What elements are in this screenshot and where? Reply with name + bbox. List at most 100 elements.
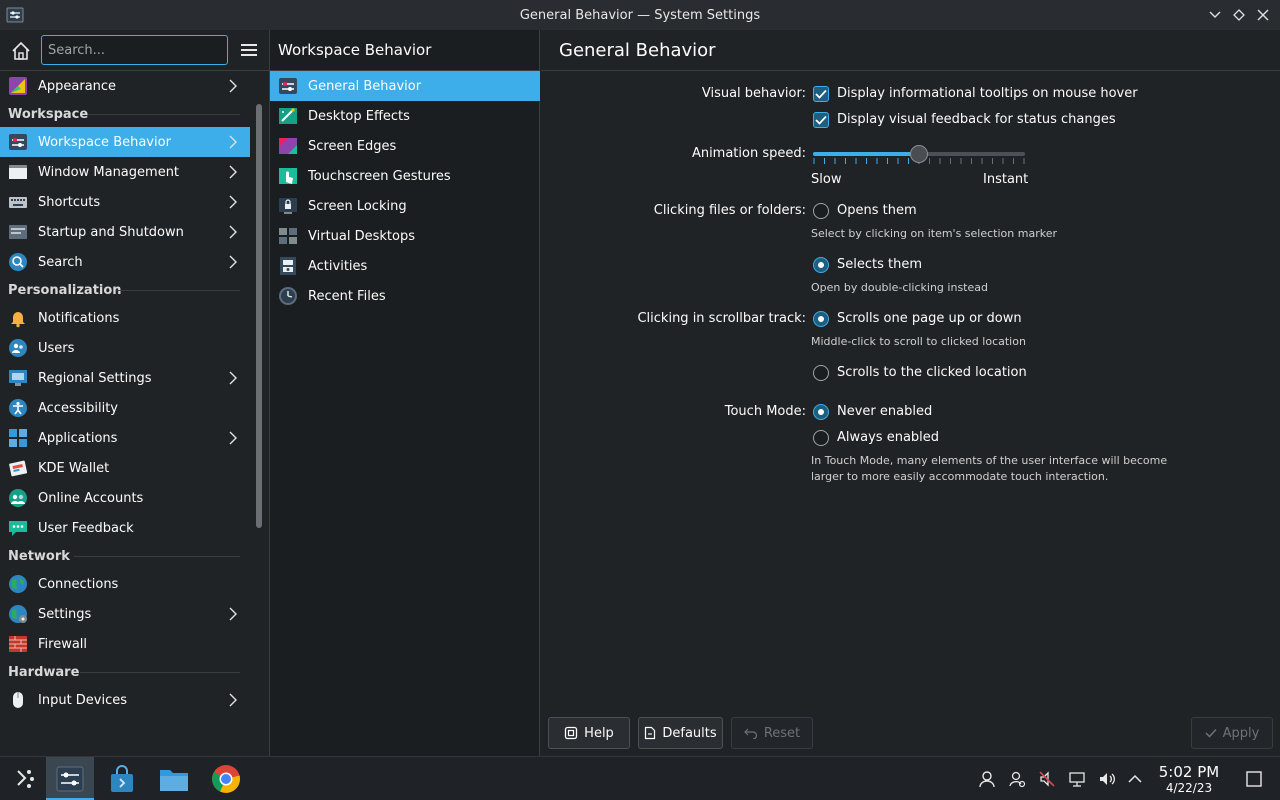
subcategory-item-general-behavior[interactable]: General Behavior	[270, 71, 540, 101]
selects-them-label[interactable]: Selects them	[837, 257, 922, 272]
taskbar-system-settings[interactable]	[46, 757, 94, 800]
touch-mode-hint-line2: larger to more easily accommodate touch …	[811, 470, 1109, 483]
hamburger-menu-icon[interactable]	[240, 42, 258, 58]
subcategory-item-label: Recent Files	[308, 288, 386, 304]
taskbar-file-manager[interactable]	[150, 757, 198, 800]
close-button[interactable]	[1254, 4, 1272, 26]
maximize-button[interactable]	[1230, 4, 1248, 26]
sidebar-item-appearance[interactable]: Appearance	[0, 71, 250, 101]
user-icon[interactable]	[977, 769, 997, 789]
tooltips-label[interactable]: Display informational tooltips on mouse …	[837, 86, 1138, 101]
sidebar-item-label: Connections	[38, 576, 119, 592]
window-title: General Behavior — System Settings	[519, 7, 761, 23]
workspace-behavior-icon	[9, 134, 27, 150]
chevron-right-icon	[229, 255, 237, 269]
audio-muted-icon[interactable]	[1037, 769, 1057, 789]
sidebar-scrollbar[interactable]	[256, 104, 262, 528]
sidebar-item-users[interactable]: Users	[0, 333, 250, 363]
subcategory-item-recent-files[interactable]: Recent Files	[270, 281, 540, 311]
subcategory-item-desktop-effects[interactable]: Desktop Effects	[270, 101, 540, 131]
slider-handle[interactable]	[910, 145, 928, 163]
show-desktop-button[interactable]	[1244, 769, 1264, 789]
sidebar-item-kde-wallet[interactable]: KDE Wallet	[0, 453, 250, 483]
apply-button[interactable]: Apply	[1191, 717, 1273, 749]
speaker-icon	[1100, 773, 1115, 785]
scroll-page-hint: Middle-click to scroll to clicked locati…	[811, 335, 1026, 348]
home-icon[interactable]	[10, 40, 32, 62]
scroll-page-label[interactable]: Scrolls one page up or down	[837, 311, 1022, 326]
clock[interactable]: 5:02 PM 4/22/23	[1152, 763, 1226, 795]
users-icon	[9, 339, 27, 357]
globe-icon	[9, 575, 27, 593]
defaults-button[interactable]: Defaults	[638, 717, 723, 749]
clock-time: 5:02 PM	[1158, 763, 1220, 781]
opens-them-label[interactable]: Opens them	[837, 203, 917, 218]
sidebar-item-settings[interactable]: Settings	[0, 599, 250, 629]
tooltips-checkbox[interactable]	[813, 86, 829, 102]
sidebar-item-label: Online Accounts	[38, 490, 144, 506]
sidebar-item-input-devices[interactable]: Input Devices	[0, 685, 250, 715]
sidebar-item-workspace-behavior[interactable]: Workspace Behavior	[0, 127, 250, 157]
subcategory-item-screen-locking[interactable]: Screen Locking	[270, 191, 540, 221]
minimize-button[interactable]	[1206, 4, 1224, 26]
touch-always-radio[interactable]	[813, 430, 829, 446]
selects-them-radio[interactable]	[813, 257, 829, 273]
taskbar-chrome[interactable]	[202, 757, 250, 800]
touch-always-label[interactable]: Always enabled	[837, 430, 939, 445]
main-content: General Behavior Visual behavior: Displa…	[541, 30, 1280, 756]
scroll-location-label[interactable]: Scrolls to the clicked location	[837, 365, 1027, 380]
user-icon-svg	[979, 771, 995, 788]
sidebar-item-online-accounts[interactable]: Online Accounts	[0, 483, 250, 513]
subcategory-item-label: Desktop Effects	[308, 108, 410, 124]
chevron-right-icon	[229, 135, 237, 149]
sidebar-item-user-feedback[interactable]: User Feedback	[0, 513, 250, 543]
volume-icon[interactable]	[1097, 769, 1117, 789]
subcategory-item-activities[interactable]: Activities	[270, 251, 540, 281]
online-accounts-icon	[9, 489, 27, 507]
sidebar-item-accessibility[interactable]: Accessibility	[0, 393, 250, 423]
folder-icon	[160, 770, 188, 791]
sidebar-item-label: Users	[38, 340, 75, 356]
animation-speed-label: Animation speed:	[691, 146, 806, 161]
scroll-page-radio[interactable]	[813, 311, 829, 327]
sidebar-item-connections[interactable]: Connections	[0, 569, 250, 599]
section-header-network: Network	[0, 543, 250, 569]
sidebar-item-applications[interactable]: Applications	[0, 423, 250, 453]
feedback-checkbox[interactable]	[813, 112, 829, 128]
sidebar-item-label: Firewall	[38, 636, 88, 652]
network-icon[interactable]	[1067, 769, 1087, 789]
slider-max-label: Instant	[983, 172, 1029, 187]
feedback-label[interactable]: Display visual feedback for status chang…	[837, 112, 1116, 127]
sidebar: Appearance Workspace Workspace Behavior Win…	[0, 30, 270, 756]
touch-never-radio[interactable]	[813, 404, 829, 420]
subcategory-item-screen-edges[interactable]: Screen Edges	[270, 131, 540, 161]
screen-locking-icon	[279, 198, 297, 214]
sidebar-item-startup-and-shutdown[interactable]: Startup and Shutdown	[0, 217, 250, 247]
sidebar-item-regional-settings[interactable]: Regional Settings	[0, 363, 250, 393]
sidebar-item-window-management[interactable]: Window Management	[0, 157, 250, 187]
search-input[interactable]	[41, 35, 228, 65]
application-launcher[interactable]	[0, 757, 48, 800]
sidebar-item-notifications[interactable]: Notifications	[0, 303, 250, 333]
chevron-right-icon	[229, 371, 237, 385]
help-button[interactable]: Help	[548, 717, 630, 749]
taskbar-discover[interactable]	[98, 757, 146, 800]
scroll-location-radio[interactable]	[813, 365, 829, 381]
sidebar-search-row	[0, 30, 269, 71]
system-settings-icon[interactable]	[6, 6, 24, 24]
tray-expand-button[interactable]	[1125, 769, 1145, 789]
touch-never-label[interactable]: Never enabled	[837, 404, 932, 419]
accounts-tray-icon[interactable]	[1007, 769, 1027, 789]
subcategory-item-touchscreen-gestures[interactable]: Touchscreen Gestures	[270, 161, 540, 191]
sidebar-item-search[interactable]: Search	[0, 247, 250, 277]
reset-button[interactable]: Reset	[731, 717, 813, 749]
opens-them-radio[interactable]	[813, 203, 829, 219]
animation-speed-slider[interactable]	[813, 144, 1025, 166]
sidebar-item-shortcuts[interactable]: Shortcuts	[0, 187, 250, 217]
appearance-icon	[9, 77, 27, 95]
opens-them-hint: Select by clicking on item's selection m…	[811, 227, 1057, 240]
subcategory-item-virtual-desktops[interactable]: Virtual Desktops	[270, 221, 540, 251]
sidebar-item-firewall[interactable]: Firewall	[0, 629, 250, 659]
section-header-hardware: Hardware	[0, 659, 250, 685]
globe-settings-icon	[9, 605, 27, 623]
